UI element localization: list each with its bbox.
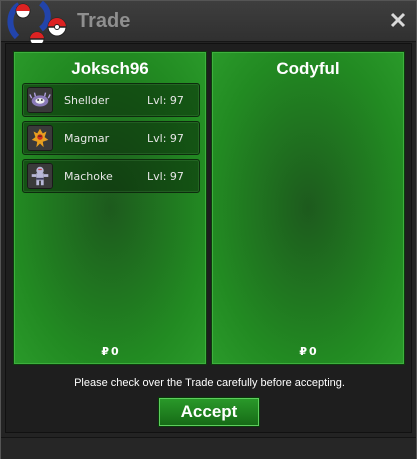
- pokemon-slot-magmar[interactable]: Magmar Lvl: 97: [22, 121, 200, 155]
- pokemon-level: Lvl: 97: [147, 170, 184, 183]
- title-bar[interactable]: Trade: [1, 1, 416, 47]
- pokedollar-symbol: ₽: [299, 345, 307, 358]
- right-money-value: 0: [309, 345, 317, 358]
- pokedollar-symbol: ₽: [101, 345, 109, 358]
- close-icon[interactable]: [388, 10, 408, 30]
- left-player-name: Joksch96: [71, 59, 149, 78]
- pokemon-name: Magmar: [64, 132, 110, 145]
- magmar-sprite-icon: [27, 125, 53, 151]
- right-money: ₽0: [212, 345, 404, 358]
- left-money-value: 0: [111, 345, 119, 358]
- accept-button[interactable]: Accept: [158, 397, 260, 427]
- window-footer: [1, 437, 416, 459]
- pokemon-slot-machoke[interactable]: Machoke Lvl: 97: [22, 159, 200, 193]
- left-money: ₽0: [14, 345, 206, 358]
- pokeball-logo-icon: [7, 1, 67, 47]
- right-trade-panel: Codyful ₽0: [211, 51, 405, 365]
- pokemon-name: Machoke: [64, 170, 113, 183]
- trade-window: Trade Joksch96 Shellder Lvl: 97 Magmar L…: [0, 0, 417, 459]
- right-player-name: Codyful: [276, 59, 340, 78]
- machoke-sprite-icon: [27, 163, 53, 189]
- pokemon-slot-shellder[interactable]: Shellder Lvl: 97: [22, 83, 200, 117]
- left-trade-panel: Joksch96 Shellder Lvl: 97 Magmar Lvl: 97…: [13, 51, 207, 365]
- pokemon-level: Lvl: 97: [147, 94, 184, 107]
- left-pokemon-list: Shellder Lvl: 97 Magmar Lvl: 97 Machoke …: [22, 83, 200, 197]
- window-title: Trade: [77, 10, 131, 32]
- pokemon-level: Lvl: 97: [147, 132, 184, 145]
- pokemon-name: Shellder: [64, 94, 110, 107]
- shellder-sprite-icon: [27, 87, 53, 113]
- trade-notice: Please check over the Trade carefully be…: [74, 377, 345, 389]
